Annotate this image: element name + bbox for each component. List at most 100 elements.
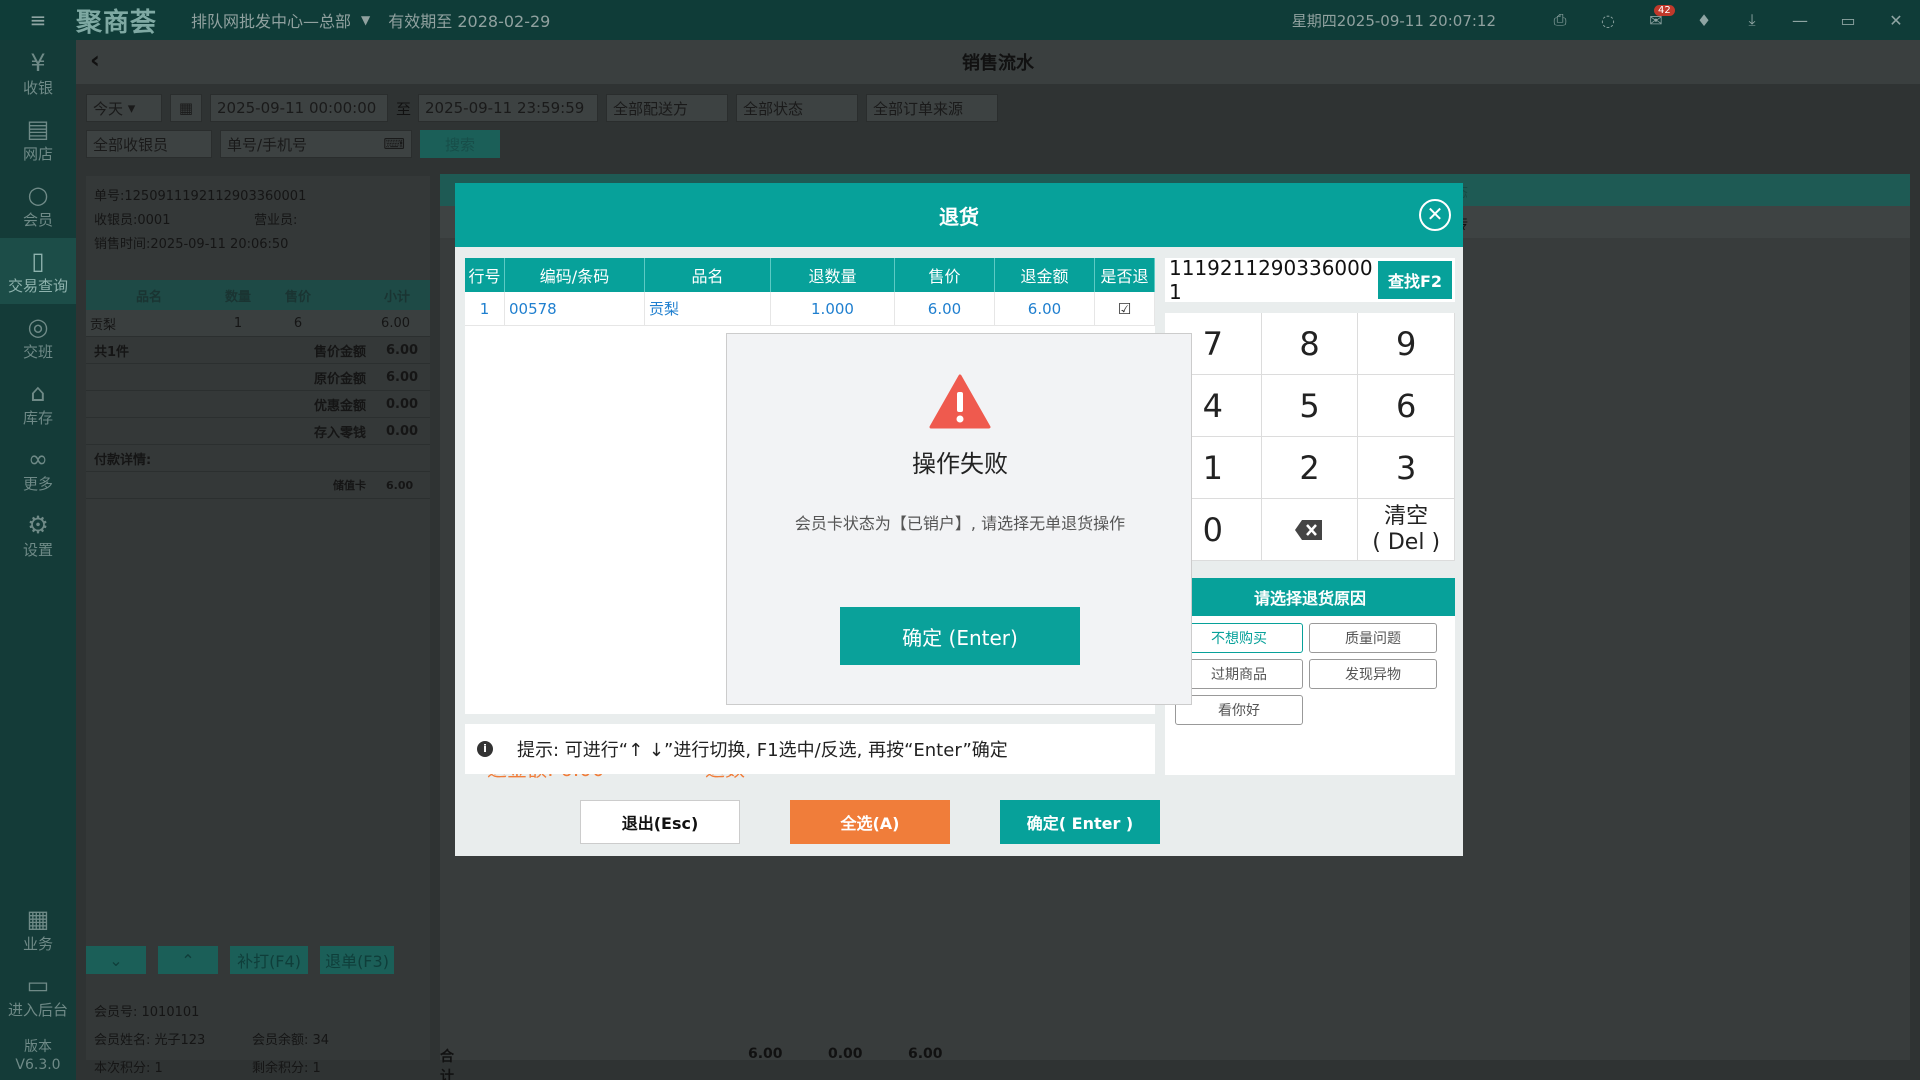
info-icon: i [477, 741, 493, 757]
receipt-item-row[interactable]: 贡梨 1 6 6.00 [86, 310, 430, 337]
sidebar-item-cashier[interactable]: ¥ 收银 [0, 40, 76, 106]
cashier-icon: ¥ [30, 48, 46, 77]
col-price: 售价 [284, 289, 311, 305]
top-bar: ≡ 聚商荟 排队网批发中心—总部 ▼ 有效期至 2028-02-29 星期四20… [0, 0, 1920, 40]
hint-bar: i 提示: 可进行“↑ ↓”进行切换, F1选中/反选, 再按“Enter”确定 [465, 724, 1155, 774]
store-name[interactable]: 排队网批发中心—总部 [191, 8, 351, 32]
table-row[interactable]: 1 00578 贡梨 1.000 6.00 6.00 ☑ [465, 292, 1155, 326]
member-name: 会员姓名: 光子123 [94, 1032, 206, 1048]
reprint-button[interactable]: 补打(F4) [230, 946, 308, 974]
key-9[interactable]: 9 [1358, 313, 1455, 375]
minimize-icon[interactable]: — [1776, 11, 1824, 30]
find-button[interactable]: 查找F2 [1378, 261, 1452, 299]
scroll-down-button[interactable]: ⌄ [86, 946, 146, 974]
reason-expired[interactable]: 过期商品 [1175, 659, 1303, 689]
confirm-return-button[interactable]: 确定( Enter ) [1000, 800, 1160, 844]
sidebar-item-backend[interactable]: ▭ 进入后台 [0, 962, 76, 1028]
backspace-icon [1295, 519, 1323, 540]
store-icon: ▤ [26, 114, 50, 143]
close-window-icon[interactable]: ✕ [1872, 11, 1920, 30]
sum-row: 共1件 售价金额 6.00 [86, 337, 430, 364]
sidebar-item-label: 会员 [22, 210, 53, 229]
sidebar-item-business[interactable]: ▦ 业务 [0, 896, 76, 962]
member-points-row: 本次积分: 1 剩余积分: 1 [86, 1052, 430, 1080]
return-reasons: 请选择退货原因 不想购买 质量问题 过期商品 发现异物 看你好 [1165, 578, 1455, 775]
col-return-qty: 退数量 [771, 258, 895, 292]
expire-date: 有效期至 2028-02-29 [388, 12, 551, 31]
select-all-button[interactable]: 全选(A) [790, 800, 950, 844]
source-select[interactable]: 全部订单来源 [866, 94, 998, 122]
sidebar-item-label: 设置 [22, 540, 53, 559]
delivery-select[interactable]: 全部配送方 [606, 94, 728, 122]
message-icon[interactable]: ✉ 42 [1632, 4, 1680, 30]
sum-label: 原价金额 [313, 371, 366, 387]
scroll-up-button[interactable]: ⌃ [158, 946, 218, 974]
key-2[interactable]: 2 [1261, 437, 1359, 499]
return-checkbox[interactable]: ☑ [1095, 292, 1155, 325]
member-icon: ○ [27, 180, 49, 209]
end-date-input[interactable]: 2025-09-11 23:59:59 [418, 94, 598, 122]
exit-button[interactable]: 退出(Esc) [580, 800, 740, 844]
cell-return-qty[interactable]: 1.000 [771, 292, 895, 325]
order-number: 单号:1250911192112903360001 [94, 188, 307, 204]
sidebar-item-label: 交易查询 [7, 276, 68, 295]
calendar-icon[interactable]: ▦ [170, 94, 202, 122]
error-confirm-button[interactable]: 确定 (Enter) [840, 607, 1080, 665]
item-subtotal: 6.00 [381, 315, 410, 331]
sidebar-item-online-store[interactable]: ▤ 网店 [0, 106, 76, 172]
key-6[interactable]: 6 [1358, 375, 1455, 437]
member-no: 会员号: 1010101 [94, 1004, 200, 1020]
wifi-icon[interactable]: ◌ [1584, 11, 1632, 30]
total-value: 0.00 [828, 1046, 863, 1062]
order-search-field[interactable]: 1119211290336000 1 [1165, 256, 1375, 304]
reason-not-want[interactable]: 不想购买 [1175, 623, 1303, 653]
backspace-key[interactable] [1261, 499, 1359, 561]
keyboard-icon[interactable]: ⌨ [383, 135, 405, 153]
cashier-row: 收银员:0001 营业员: [86, 206, 430, 230]
sidebar-item-shift[interactable]: ◎ 交班 [0, 304, 76, 370]
back-icon[interactable]: ‹ [90, 46, 100, 74]
receipt-buttons: ⌄ ⌃ 补打(F4) 退单(F3) [86, 946, 406, 974]
store-dropdown-icon[interactable]: ▼ [361, 13, 370, 27]
hamburger-menu-icon[interactable]: ≡ [0, 8, 76, 32]
key-5[interactable]: 5 [1261, 375, 1359, 437]
sidebar-item-inventory[interactable]: ⌂ 库存 [0, 370, 76, 436]
download-icon[interactable]: ⤓ [1728, 10, 1776, 30]
start-date-input[interactable]: 2025-09-11 00:00:00 [210, 94, 388, 122]
close-icon[interactable]: ✕ [1419, 199, 1451, 231]
sidebar-item-label: 业务 [22, 934, 53, 953]
page-title: 销售流水 [962, 53, 1034, 74]
member-remaining-points: 剩余积分: 1 [252, 1060, 321, 1076]
sidebar-item-transactions[interactable]: ▯ 交易查询 [0, 238, 76, 304]
clear-key[interactable]: 清空( Del ) [1358, 499, 1455, 561]
sum-row: 优惠金额 0.00 [86, 391, 430, 418]
reason-quality[interactable]: 质量问题 [1309, 623, 1437, 653]
total-label: 合计 [440, 1049, 454, 1080]
sum-value: 0.00 [386, 423, 419, 439]
printer-icon[interactable]: ⎙ [1536, 10, 1584, 30]
reason-other[interactable]: 看你好 [1175, 695, 1303, 725]
payment-amount: 6.00 [386, 478, 414, 492]
status-select[interactable]: 全部状态 [736, 94, 858, 122]
payment-label: 付款详情: [86, 445, 430, 472]
cashier-select[interactable]: 全部收银员 [86, 130, 212, 158]
sum-label: 优惠金额 [313, 398, 366, 414]
reason-foreign-object[interactable]: 发现异物 [1309, 659, 1437, 689]
sidebar: ¥ 收银 ▤ 网店 ○ 会员 ▯ 交易查询 ◎ 交班 ⌂ 库存 ∞ 更多 ⚙ 设置 ▦ 业务 ▭ 进… [0, 40, 76, 1080]
key-8[interactable]: 8 [1261, 313, 1359, 375]
shirt-icon[interactable]: ♦ [1680, 11, 1728, 30]
maximize-icon[interactable]: ▭ [1824, 11, 1872, 30]
key-3[interactable]: 3 [1358, 437, 1455, 499]
order-search-input[interactable]: 单号/手机号 ⌨ [220, 130, 412, 158]
filter-bar: 今天 ▾ ▦ 2025-09-11 00:00:00 至 2025-09-11 … [86, 94, 1906, 166]
return-order-button[interactable]: 退单(F3) [320, 946, 394, 974]
col-is-return: 是否退 [1095, 258, 1155, 292]
sidebar-item-settings[interactable]: ⚙ 设置 [0, 502, 76, 568]
period-select[interactable]: 今天 ▾ [86, 94, 162, 122]
search-button[interactable]: 搜索 [420, 130, 500, 158]
col-return-amount: 退金额 [995, 258, 1095, 292]
sidebar-item-more[interactable]: ∞ 更多 [0, 436, 76, 502]
sidebar-item-member[interactable]: ○ 会员 [0, 172, 76, 238]
member-points: 本次积分: 1 [94, 1060, 163, 1076]
version-label: 版本 [24, 1039, 52, 1055]
